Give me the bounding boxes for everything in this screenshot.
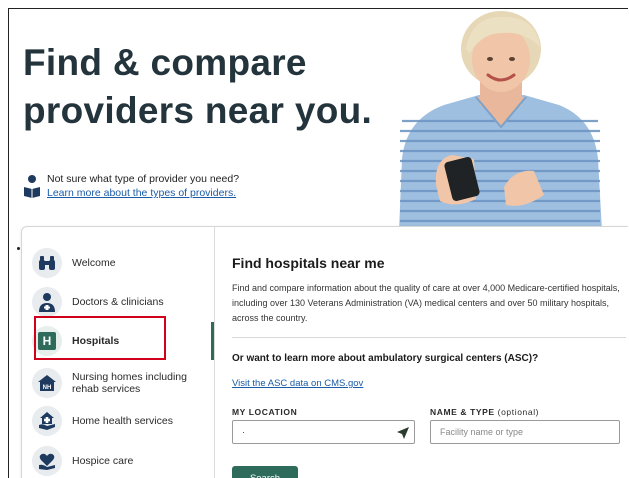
page-title: Find & compare providers near you. (23, 39, 372, 135)
asc-question: Or want to learn more about ambulatory s… (232, 353, 539, 364)
provider-type-sidebar: Welcome Doctors & clinicians H Hospitals… (22, 227, 215, 478)
asc-data-link[interactable]: Visit the ASC data on CMS.gov (232, 378, 363, 389)
sidebar-item-home-health[interactable]: Home health services (32, 403, 210, 439)
search-description: Find and compare information about the q… (232, 283, 620, 323)
reader-book-icon (24, 175, 40, 198)
search-heading: Find hospitals near me (232, 255, 385, 271)
hero-photo-illustration (399, 11, 602, 231)
sidebar-item-label: Doctors & clinicians (72, 296, 164, 308)
search-button[interactable]: Search (232, 466, 298, 478)
home-health-icon (39, 412, 55, 430)
hospice-icon (39, 453, 55, 470)
doctors-icon-circle (32, 287, 62, 317)
nursing-home-badge-text: NH (43, 385, 52, 391)
page-title-line-1: Find & compare (23, 42, 307, 83)
use-my-location-arrow-icon[interactable] (396, 426, 410, 440)
sidebar-item-doctors-clinicians[interactable]: Doctors & clinicians (32, 284, 210, 320)
home-health-icon-circle (32, 406, 62, 436)
hospitals-highlight-box (34, 316, 166, 360)
sidebar-item-label: Home health services (72, 415, 173, 427)
sidebar-item-label: Hospice care (72, 455, 134, 467)
sidebar-item-label: Welcome (72, 257, 116, 269)
facility-name-type-input[interactable] (430, 420, 620, 444)
provider-type-helper: Not sure what type of provider you need?… (23, 172, 239, 200)
welcome-icon-circle (32, 248, 62, 278)
name-type-label-text: NAME & TYPE (430, 407, 495, 417)
location-input[interactable] (232, 420, 415, 444)
sidebar-item-nursing-homes[interactable]: NH Nursing homes including rehab service… (32, 365, 210, 401)
provider-finder-card: Welcome Doctors & clinicians H Hospitals… (21, 226, 628, 478)
sidebar-item-hospice-care[interactable]: Hospice care (32, 443, 210, 478)
page-frame: Find & compare providers near you. Not s… (8, 8, 628, 478)
nursing-home-icon: NH (38, 375, 56, 391)
helper-text: Not sure what type of provider you need?… (47, 172, 239, 200)
provider-types-link[interactable]: Learn more about the types of providers. (47, 186, 239, 200)
section-divider (232, 337, 626, 338)
name-type-label: NAME & TYPE (optional) (430, 407, 539, 417)
nursing-homes-icon-circle: NH (32, 368, 62, 398)
page-title-line-2: providers near you. (23, 90, 373, 131)
helper-question: Not sure what type of provider you need? (47, 173, 240, 185)
sidebar-item-welcome[interactable]: Welcome (32, 245, 210, 281)
binoculars-icon (39, 256, 55, 270)
decorative-dot (17, 247, 20, 250)
hero-photo-woman-with-phone (384, 9, 614, 231)
optional-label: (optional) (497, 407, 540, 417)
hospital-search-panel: Find hospitals near me Find and compare … (232, 227, 628, 478)
doctor-icon (39, 293, 55, 312)
active-item-indicator (211, 322, 214, 360)
sidebar-item-label: Nursing homes including rehab services (72, 371, 187, 395)
location-label: MY LOCATION (232, 407, 298, 417)
